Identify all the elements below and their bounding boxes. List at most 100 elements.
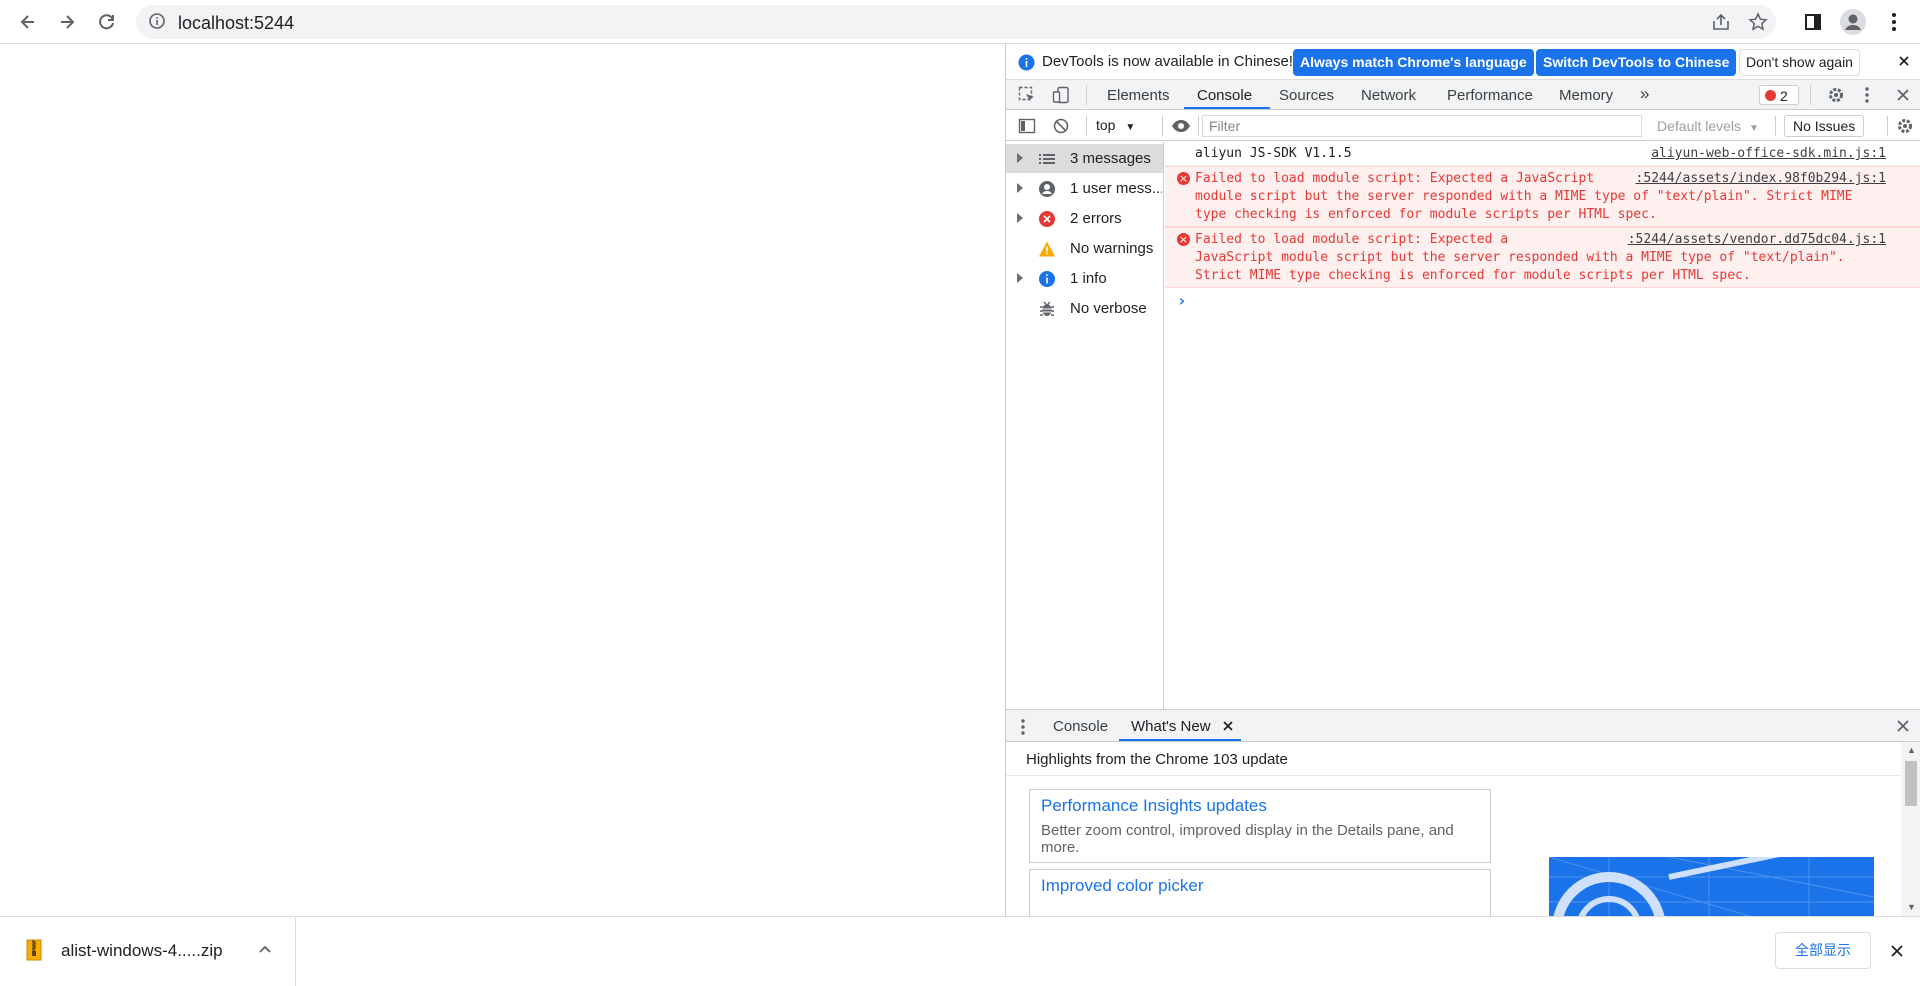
scrollbar-thumb[interactable] — [1905, 761, 1917, 806]
tab-network[interactable]: Network — [1361, 87, 1416, 104]
log-source-link[interactable]: :5244/assets/index.98f0b294.js:1 — [1635, 170, 1886, 188]
info-icon[interactable] — [148, 12, 166, 35]
feature-card-title[interactable]: Performance Insights updates — [1041, 796, 1267, 816]
page-viewport[interactable] — [0, 44, 1005, 916]
show-all-button[interactable]: 全部显示 — [1775, 932, 1871, 969]
tab-sources[interactable]: Sources — [1279, 87, 1334, 104]
filter-input[interactable]: Filter — [1202, 115, 1642, 137]
live-expression-icon[interactable] — [1171, 117, 1191, 139]
error-entry: × Failed to load module script: Expected… — [1165, 166, 1920, 227]
close-icon[interactable] — [1897, 54, 1911, 72]
close-download-bar-icon[interactable] — [1890, 944, 1904, 963]
inspect-element-icon[interactable] — [1018, 86, 1036, 108]
sidebar-item-warnings[interactable]: No warnings — [1006, 234, 1163, 263]
drawer-menu-icon[interactable] — [1020, 718, 1026, 740]
sidebar-item-label: 1 user mess... — [1070, 180, 1162, 197]
feature-card[interactable]: Improved color picker — [1029, 869, 1491, 916]
star-icon[interactable] — [1748, 12, 1768, 37]
error-icon: × — [1177, 172, 1190, 185]
scrollbar[interactable]: ▲ ▼ — [1901, 742, 1920, 916]
sidebar-item-user-messages[interactable]: 1 user mess... — [1006, 174, 1163, 203]
infobar-message: DevTools is now available in Chinese! — [1042, 53, 1293, 70]
error-counter[interactable]: 2 — [1759, 85, 1799, 105]
tab-memory[interactable]: Memory — [1559, 87, 1613, 104]
sidebar-item-errors[interactable]: 2 errors — [1006, 204, 1163, 233]
close-tab-icon[interactable] — [1222, 719, 1234, 736]
download-item[interactable]: alist-windows-4.....zip — [0, 917, 296, 986]
feature-card[interactable]: Performance Insights updates Better zoom… — [1029, 789, 1491, 863]
devtools-drawer: Console What's New Highlights from the C… — [1006, 709, 1920, 916]
console-log[interactable]: aliyun JS-SDK V1.1.5 aliyun-web-office-s… — [1165, 142, 1920, 709]
warning-icon — [1038, 240, 1056, 258]
customize-menu-icon[interactable] — [1864, 86, 1870, 108]
sidebar-item-label: 3 messages — [1070, 150, 1151, 167]
user-icon — [1038, 180, 1056, 198]
tab-elements[interactable]: Elements — [1107, 87, 1170, 104]
feature-card-desc: Better zoom control, improved display in… — [1041, 822, 1454, 856]
scroll-down-icon[interactable]: ▼ — [1907, 902, 1916, 912]
device-toolbar-icon[interactable] — [1052, 86, 1070, 108]
divider — [1198, 116, 1199, 136]
sidebar-item-info[interactable]: 1 info — [1006, 264, 1163, 293]
devtools-panel: DevTools is now available in Chinese! Al… — [1005, 44, 1920, 916]
sidebar-item-label: No warnings — [1070, 240, 1154, 257]
info-icon — [1038, 270, 1056, 288]
expand-arrow-icon[interactable] — [1017, 213, 1023, 223]
clear-console-icon[interactable] — [1052, 117, 1070, 139]
context-selector[interactable]: top ▼ — [1096, 117, 1135, 133]
drawer-tab-console[interactable]: Console — [1053, 718, 1108, 735]
settings-icon[interactable] — [1827, 86, 1845, 108]
sidebar-toggle-icon[interactable] — [1018, 117, 1036, 139]
log-levels-label: Default levels — [1657, 118, 1742, 134]
profile-icon[interactable] — [1837, 6, 1869, 38]
sidebar-item-messages[interactable]: 3 messages — [1006, 144, 1163, 173]
error-count: 2 — [1780, 88, 1788, 104]
switch-language-button[interactable]: Switch DevTools to Chinese — [1536, 49, 1737, 76]
drawer-tabbar: Console What's New — [1006, 709, 1920, 742]
back-icon[interactable] — [12, 6, 44, 38]
expand-arrow-icon[interactable] — [1017, 273, 1023, 283]
download-filename[interactable]: alist-windows-4.....zip — [61, 941, 223, 961]
log-levels-dropdown[interactable]: Default levels ▼ — [1657, 118, 1759, 134]
error-entry: × Failed to load module script: Expected… — [1165, 227, 1920, 288]
active-tab-indicator — [1119, 739, 1241, 741]
dont-show-again-button[interactable]: Don't show again — [1739, 49, 1860, 76]
feature-illustration — [1549, 857, 1874, 916]
error-icon — [1765, 90, 1776, 101]
sidebar-item-label: No verbose — [1070, 300, 1147, 317]
forward-icon[interactable] — [51, 6, 83, 38]
sidebar-item-verbose[interactable]: No verbose — [1006, 294, 1163, 323]
divider — [1162, 116, 1163, 136]
scroll-up-icon[interactable]: ▲ — [1907, 745, 1916, 755]
log-source-link[interactable]: aliyun-web-office-sdk.min.js:1 — [1651, 145, 1886, 163]
devtools-tabbar: Elements Console Sources Network Perform… — [1006, 80, 1920, 110]
expand-arrow-icon[interactable] — [1017, 183, 1023, 193]
menu-icon[interactable] — [1878, 6, 1910, 38]
console-toolbar: top ▼ Filter Default levels ▼ No Issues — [1006, 111, 1920, 141]
dropdown-icon: ▼ — [1748, 123, 1759, 134]
info-icon — [1018, 54, 1035, 75]
divider — [1775, 116, 1776, 136]
drawer-tab-whats-new[interactable]: What's New — [1131, 718, 1211, 735]
divider — [1086, 116, 1087, 136]
more-tabs-button[interactable]: » — [1640, 84, 1649, 104]
log-source-link[interactable]: :5244/assets/vendor.dd75dc04.js:1 — [1627, 231, 1886, 249]
close-devtools-icon[interactable] — [1896, 88, 1910, 106]
chevron-up-icon[interactable] — [258, 942, 272, 961]
address-bar[interactable]: localhost:5244 — [136, 5, 1776, 39]
side-panel-icon[interactable] — [1797, 6, 1829, 38]
share-icon[interactable] — [1711, 12, 1731, 37]
expand-arrow-icon[interactable] — [1017, 153, 1023, 163]
console-settings-icon[interactable] — [1896, 117, 1914, 139]
console-prompt-icon[interactable]: › — [1177, 291, 1187, 310]
close-drawer-icon[interactable] — [1896, 719, 1910, 737]
reload-icon[interactable] — [91, 6, 123, 38]
issues-button[interactable]: No Issues — [1784, 115, 1865, 137]
tab-performance[interactable]: Performance — [1447, 87, 1533, 104]
feature-card-title[interactable]: Improved color picker — [1041, 876, 1204, 896]
bug-icon — [1038, 300, 1056, 318]
match-language-button[interactable]: Always match Chrome's language — [1293, 49, 1534, 76]
url-text[interactable]: localhost:5244 — [178, 13, 294, 34]
dropdown-icon: ▼ — [1125, 122, 1136, 133]
tab-console[interactable]: Console — [1197, 87, 1252, 104]
